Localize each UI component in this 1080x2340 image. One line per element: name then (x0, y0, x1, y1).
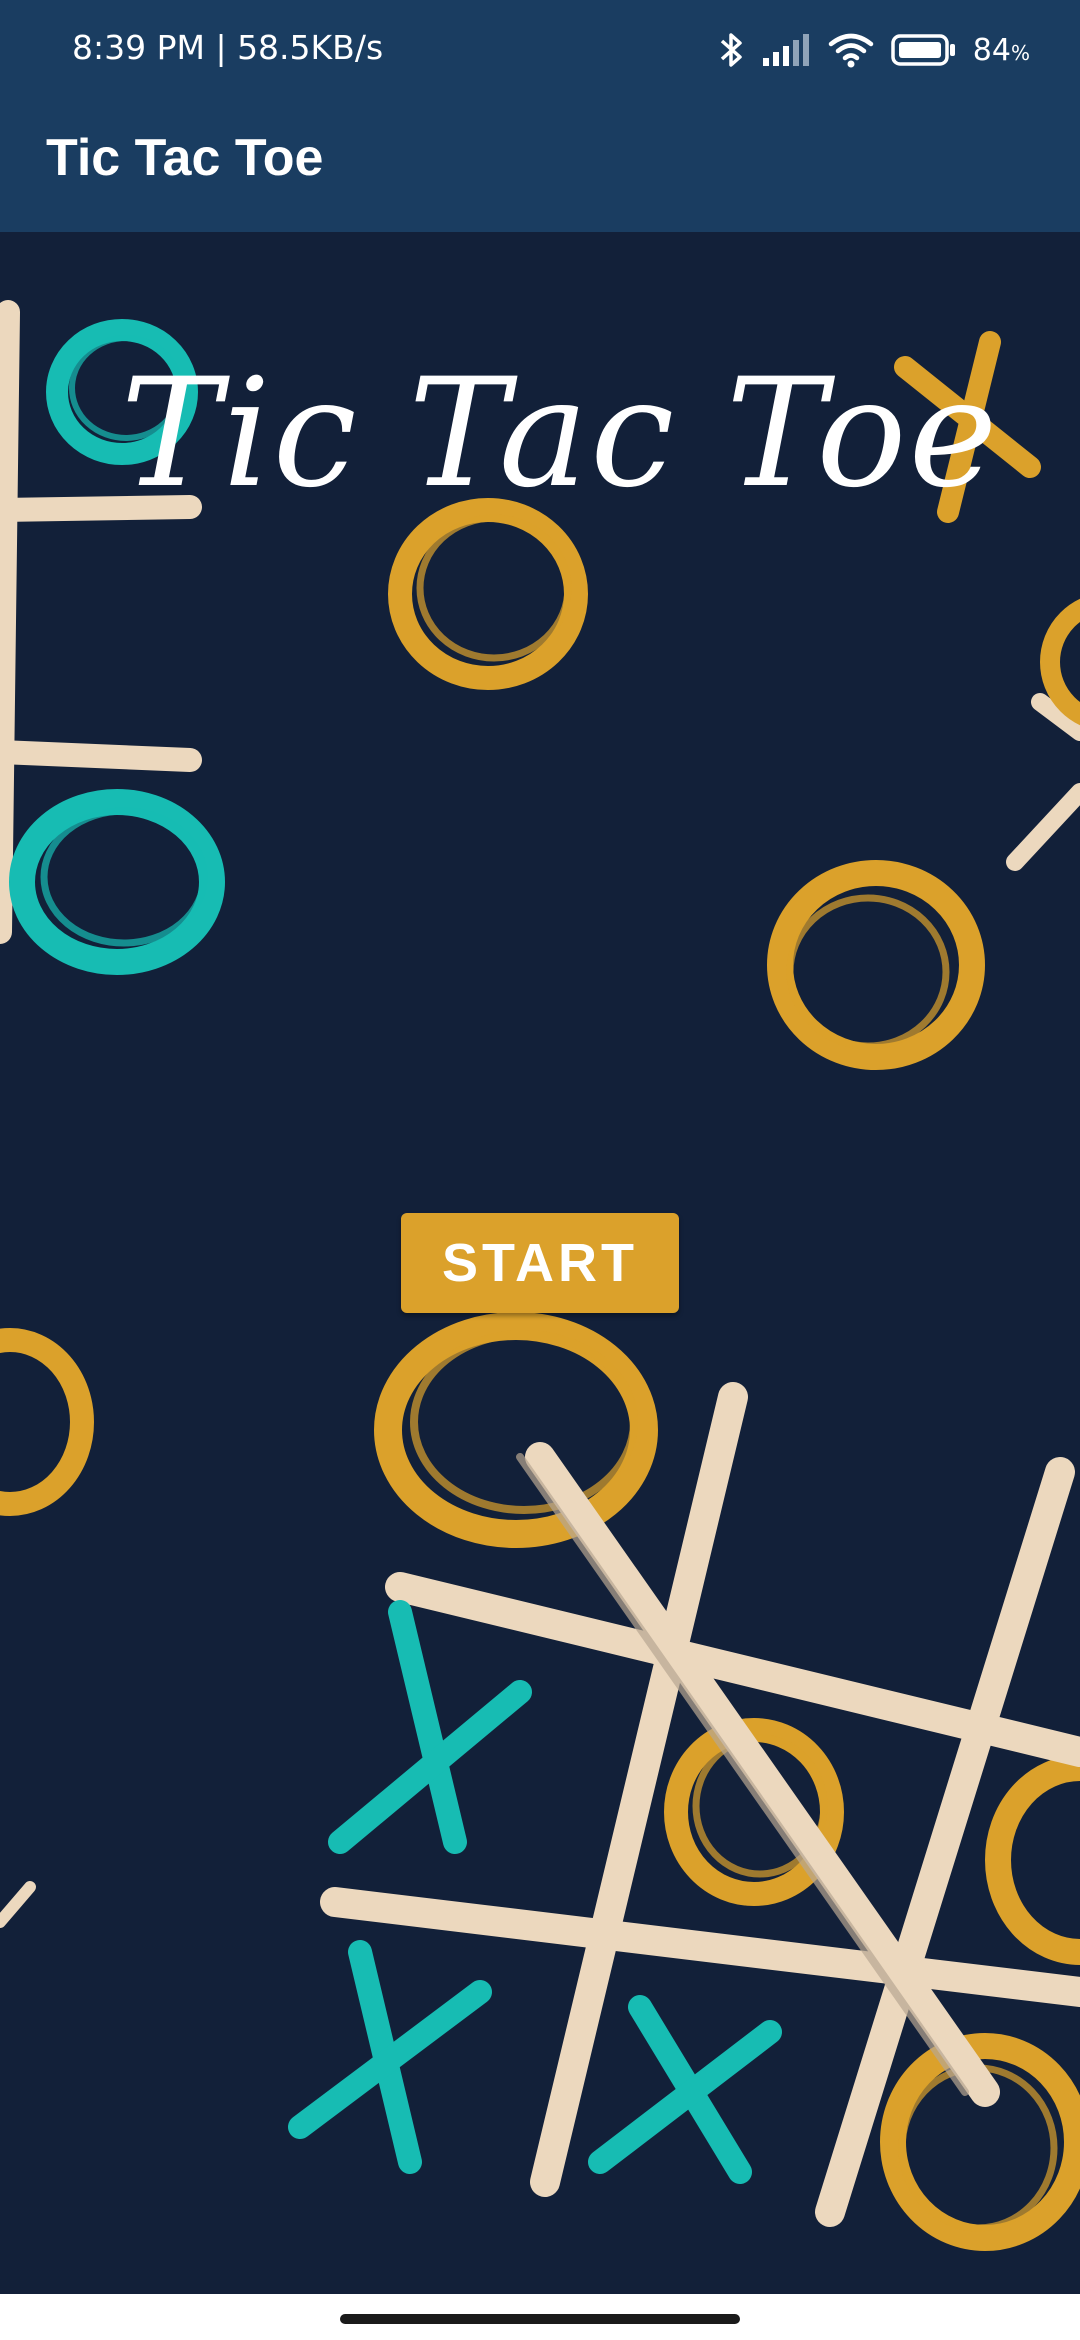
app-bar: Tic Tac Toe (0, 100, 1080, 232)
game-title: Tic Tac Toe (120, 347, 1000, 521)
gold-o-shape (767, 860, 985, 1070)
home-indicator[interactable] (340, 2314, 740, 2324)
screen: 8:39 PM | 58.5KB/s 84% Tic Tac Toe Tic T… (0, 0, 1080, 2340)
status-bar: 8:39 PM | 58.5KB/s 84% (0, 0, 1080, 100)
navigation-bar (0, 2294, 1080, 2340)
bluetooth-icon (720, 33, 742, 67)
status-time-speed: 8:39 PM | 58.5KB/s (72, 28, 384, 67)
gold-o-shape (985, 1755, 1080, 1965)
wifi-icon (828, 33, 874, 68)
app-bar-title: Tic Tac Toe (46, 129, 324, 187)
start-button[interactable]: START (401, 1213, 679, 1313)
teal-o-shape (9, 789, 225, 975)
cream-x-shape (1006, 693, 1080, 871)
teal-x-shape (588, 1995, 782, 2184)
main-content: Tic Tac Toe START (0, 232, 1080, 2294)
teal-x-shape (288, 1940, 492, 2174)
teal-x-shape (328, 1600, 532, 1854)
signal-icon (762, 34, 809, 66)
gold-o-shape (388, 498, 588, 690)
battery-icon (891, 34, 955, 66)
battery-percent: 84% (972, 32, 1030, 68)
gold-o-shape (0, 1328, 94, 1516)
status-icons: 84% (719, 22, 1030, 78)
cream-x-shape (0, 1881, 36, 1928)
gold-o-shape (1040, 598, 1080, 726)
gold-o-shape (374, 1312, 658, 1548)
